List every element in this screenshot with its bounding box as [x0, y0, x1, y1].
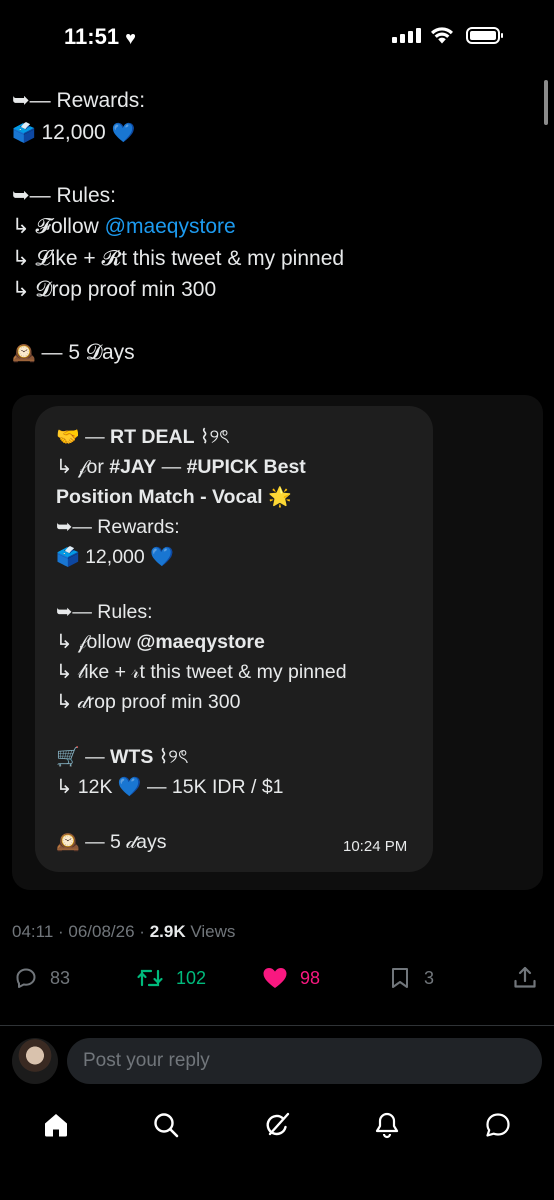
blue-heart-icon: 💙	[150, 547, 174, 568]
ballot-box-icon: 🗳️	[12, 122, 36, 144]
rules-heading: ➥— Rules:	[12, 183, 116, 207]
heart-status-icon: ♥	[125, 28, 136, 48]
share-button[interactable]	[512, 962, 538, 994]
post-time[interactable]: 04:11	[12, 922, 53, 941]
avatar[interactable]	[12, 1038, 58, 1084]
bottom-nav	[0, 1100, 554, 1150]
scrollbar[interactable]	[544, 80, 548, 125]
star-icon: 🌟	[268, 487, 292, 508]
bubble-text: 🤝 — RT DEAL ⌇୨ৎ ↳ 𝒻or #JAY — #UPICK Best…	[56, 426, 347, 853]
reply-input[interactable]	[67, 1038, 542, 1084]
reply-button[interactable]: 83	[14, 962, 70, 994]
handshake-icon: 🤝	[56, 427, 80, 448]
rewards-heading: ➥— Rewards:	[12, 89, 146, 112]
clock-icon: 🕰️	[56, 832, 80, 853]
nav-messages[interactable]	[481, 1108, 515, 1142]
duration: 🕰️ — 5 𝓓ays	[12, 341, 135, 364]
cart-icon: 🛒	[56, 747, 80, 768]
views-count[interactable]: 2.9K	[150, 922, 186, 941]
heart-icon	[263, 968, 287, 988]
views-label: Views	[185, 922, 236, 941]
bookmark-button[interactable]: 3	[388, 962, 434, 994]
nav-notifications[interactable]	[370, 1108, 404, 1142]
notifications-icon	[375, 1112, 399, 1139]
blue-heart-icon: 💙	[117, 777, 142, 798]
messages-icon	[486, 1113, 510, 1137]
nav-home[interactable]	[39, 1108, 73, 1142]
mention-link[interactable]: @maeqystore	[105, 215, 236, 238]
wifi-icon	[430, 26, 454, 49]
clock-time: 11:51	[64, 24, 120, 49]
bookmark-icon	[392, 968, 408, 988]
bubble-timestamp: 10:24 PM	[343, 838, 408, 855]
rewards-amount: 🗳️ 12,000 💙	[12, 120, 136, 144]
tweet-text: ➥— Rewards: 🗳️ 12,000 💙 ➥— Rules: ↳ 𝓕oll…	[12, 85, 344, 369]
battery-icon	[466, 27, 503, 44]
search-icon	[154, 1113, 179, 1138]
repost-icon	[137, 969, 163, 987]
post-date[interactable]: 06/08/26	[68, 922, 134, 941]
status-bar: 11:51 ♥	[0, 0, 554, 72]
action-bar: 83 102 98 3	[0, 962, 554, 996]
repost-button[interactable]: 102	[136, 962, 206, 994]
blue-heart-icon: 💙	[111, 122, 136, 144]
like-button[interactable]: 98	[262, 962, 320, 994]
cellular-signal-icon	[392, 28, 421, 43]
like-count: 98	[300, 967, 321, 988]
rule-proof: ↳ 𝓓rop proof min 300	[12, 278, 217, 301]
rule-follow: ↳ 𝓕ollow @maeqystore	[12, 215, 236, 238]
grok-icon	[266, 1112, 290, 1136]
share-icon	[514, 966, 536, 988]
nav-search[interactable]	[149, 1108, 183, 1142]
ballot-box-icon: 🗳️	[56, 547, 80, 568]
repost-count: 102	[176, 967, 207, 988]
clock-icon: 🕰️	[12, 343, 36, 364]
bookmark-count: 3	[424, 967, 435, 988]
home-icon	[45, 1114, 67, 1137]
clock: 11:51 ♥	[64, 24, 136, 50]
rule-like-rt: ↳ 𝓛ike + 𝓡t this tweet & my pinned	[12, 246, 345, 270]
nav-grok[interactable]	[260, 1108, 294, 1142]
tweet-meta: 04:11 · 06/08/26 · 2.9K Views	[12, 922, 236, 941]
reply-icon	[16, 968, 36, 988]
reply-count: 83	[50, 967, 71, 988]
